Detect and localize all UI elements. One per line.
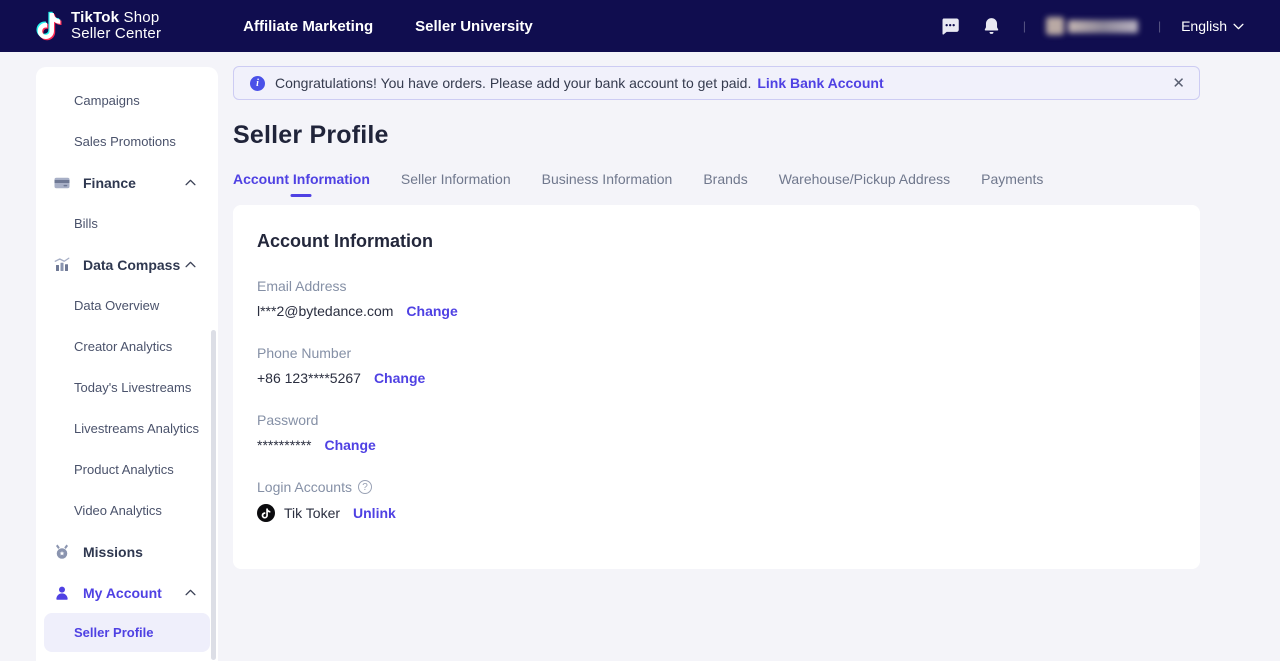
unlink-button[interactable]: Unlink [353,505,396,521]
tab-account-information[interactable]: Account Information [233,171,370,197]
page-title: Seller Profile [233,121,1200,150]
sidebar-item-data-overview[interactable]: Data Overview [36,285,218,326]
tiktok-account-icon [257,504,275,522]
nav-seller-university[interactable]: Seller University [415,18,533,35]
help-icon[interactable]: ? [358,480,372,494]
chevron-up-icon [185,261,196,268]
bar-chart-icon [53,256,71,274]
email-value: l***2@bytedance.com [257,303,393,319]
sidebar-item-finance[interactable]: Finance [36,162,218,203]
topbar-nav: Affiliate Marketing Seller University [243,18,533,35]
sidebar-item-campaigns[interactable]: Campaigns [36,80,218,121]
sidebar: Campaigns Sales Promotions Finance Bills… [36,67,218,661]
login-accounts-field: Login Accounts ? Tik Toker Unlink [257,479,1176,522]
password-value: ********** [257,437,311,453]
sidebar-item-missions[interactable]: Missions [36,531,218,572]
chevron-up-icon [185,589,196,596]
sidebar-item-livestreams-analytics[interactable]: Livestreams Analytics [36,408,218,449]
linked-account-name: Tik Toker [284,505,340,521]
sidebar-item-data-compass[interactable]: Data Compass [36,244,218,285]
medal-icon [53,543,71,561]
separator: | [1023,19,1026,33]
separator: | [1158,19,1161,33]
tab-business-information[interactable]: Business Information [542,171,673,197]
nav-affiliate-marketing[interactable]: Affiliate Marketing [243,18,373,35]
close-icon[interactable]: ✕ [1172,76,1185,91]
login-accounts-label: Login Accounts [257,479,352,495]
tiktok-shop-logo[interactable]: TikTok Shop Seller Center [36,10,161,43]
banner-text: Congratulations! You have orders. Please… [275,75,751,91]
profile-tabs: Account Information Seller Information B… [233,171,1200,197]
phone-label: Phone Number [257,345,1176,361]
tab-brands[interactable]: Brands [703,171,747,197]
tab-payments[interactable]: Payments [981,171,1043,197]
change-password-button[interactable]: Change [324,437,375,453]
sidebar-item-video-analytics[interactable]: Video Analytics [36,490,218,531]
user-account-blurred[interactable] [1046,17,1138,35]
sidebar-item-bills[interactable]: Bills [36,203,218,244]
link-bank-account-link[interactable]: Link Bank Account [757,75,883,91]
tab-warehouse-pickup-address[interactable]: Warehouse/Pickup Address [779,171,950,197]
info-icon: i [250,76,265,91]
sidebar-item-product-analytics[interactable]: Product Analytics [36,449,218,490]
sidebar-item-seller-profile[interactable]: Seller Profile [44,613,210,652]
card-title: Account Information [257,231,1176,252]
account-information-card: Account Information Email Address l***2@… [233,205,1200,569]
change-phone-button[interactable]: Change [374,370,425,386]
chevron-up-icon [185,179,196,186]
phone-field: Phone Number +86 123****5267 Change [257,345,1176,386]
password-label: Password [257,412,1176,428]
language-selector[interactable]: English [1181,18,1244,34]
bank-account-banner: i Congratulations! You have orders. Plea… [233,66,1200,100]
tiktok-note-icon [36,10,62,42]
sidebar-item-sales-promotions[interactable]: Sales Promotions [36,121,218,162]
logo-text: TikTok Shop Seller Center [71,10,161,43]
sidebar-item-creator-analytics[interactable]: Creator Analytics [36,326,218,367]
tab-seller-information[interactable]: Seller Information [401,171,511,197]
sidebar-item-todays-livestreams[interactable]: Today's Livestreams [36,367,218,408]
sidebar-item-my-account[interactable]: My Account [36,572,218,613]
email-field: Email Address l***2@bytedance.com Change [257,278,1176,319]
credit-card-icon [53,174,71,192]
phone-value: +86 123****5267 [257,370,361,386]
change-email-button[interactable]: Change [406,303,457,319]
email-label: Email Address [257,278,1176,294]
top-navbar: TikTok Shop Seller Center Affiliate Mark… [0,0,1280,52]
person-icon [53,584,71,602]
password-field: Password ********** Change [257,412,1176,453]
sidebar-scrollbar[interactable] [211,330,216,660]
notifications-bell-icon[interactable] [981,15,1003,37]
main-content: i Congratulations! You have orders. Plea… [218,52,1280,661]
messages-icon[interactable] [939,15,961,37]
chevron-down-icon [1233,23,1244,30]
